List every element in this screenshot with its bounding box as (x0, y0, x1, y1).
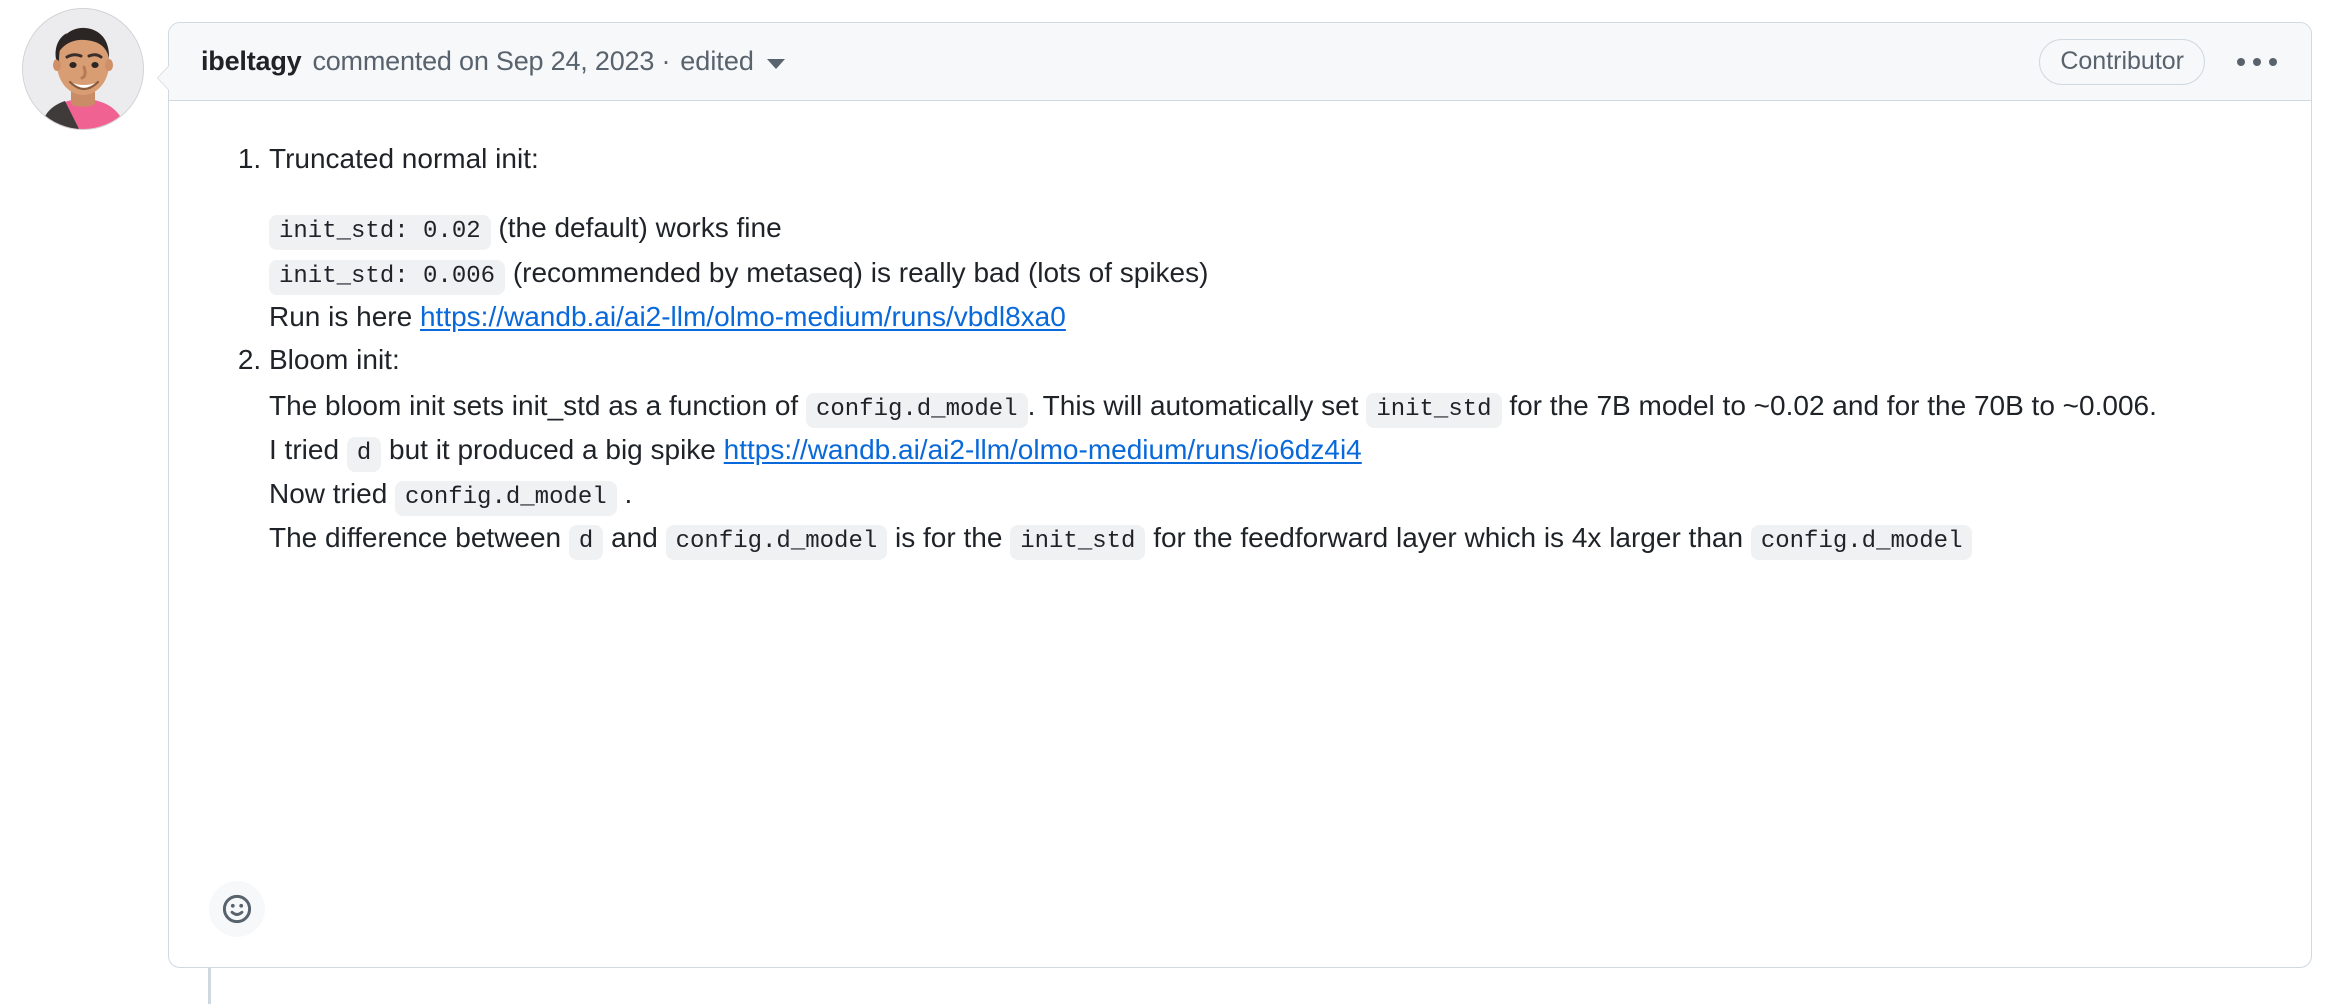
list-item-1-paragraph: init_std: 0.02 (the default) works fine … (269, 206, 2271, 338)
comment-timestamp: commented on Sep 24, 2023 · (312, 46, 671, 76)
comment-body: Truncated normal init: init_std: 0.02 (t… (169, 101, 2311, 561)
comment-header: ibeltagy commented on Sep 24, 2023 · edi… (169, 23, 2311, 101)
list-item-2: Bloom init: The bloom init sets init_std… (269, 338, 2271, 561)
difference-text-3: is for the (895, 522, 1003, 554)
code-d-1: d (346, 436, 382, 472)
code-config-d-model-2: config.d_model (395, 480, 617, 516)
kebab-horizontal-icon[interactable] (2231, 50, 2283, 74)
avatar-image (23, 9, 143, 129)
wandb-run-link-2[interactable]: https://wandb.ai/ai2-llm/olmo-medium/run… (724, 434, 1362, 465)
difference-text-4: for the feedforward layer which is 4x la… (1153, 522, 1744, 554)
now-tried-text-1: Now tried (269, 477, 388, 509)
run-link-line: Run is here https://wandb.ai/ai2-llm/olm… (269, 295, 2271, 338)
wandb-run-link-1[interactable]: https://wandb.ai/ai2-llm/olmo-medium/run… (420, 301, 1066, 332)
chevron-down-icon (766, 58, 785, 69)
comment-header-left: ibeltagy commented on Sep 24, 2023 · edi… (201, 46, 2039, 77)
init-std-default-line: init_std: 0.02 (the default) works fine (269, 206, 2271, 251)
list-item-2-title: Bloom init: (269, 344, 400, 376)
bloom-text-2: . This will automatically set (1027, 389, 1359, 421)
bloom-text-3: for the 7B model to ~0.02 and for the 70… (1509, 389, 2157, 421)
kebab-dot (2253, 57, 2261, 66)
difference-text-2: and (611, 522, 658, 554)
code-init-std-2: init_std (1010, 525, 1146, 561)
difference-text-1: The difference between (269, 522, 562, 554)
run-link-prefix: Run is here (269, 300, 413, 332)
tried-text-2: but it produced a big spike (389, 433, 716, 465)
code-config-d-model-1: config.d_model (805, 392, 1028, 428)
comment-container: ibeltagy commented on Sep 24, 2023 · edi… (157, 22, 2312, 968)
difference-line: The difference between d and config.d_mo… (269, 516, 2271, 561)
comment-header-right: Contributor (2039, 38, 2283, 85)
edited-label: edited (680, 46, 754, 76)
code-d-2: d (568, 525, 604, 561)
bloom-text-1: The bloom init sets init_std as a functi… (269, 389, 799, 421)
comment-author[interactable]: ibeltagy (201, 46, 302, 77)
now-tried-text-2: . (624, 477, 633, 509)
add-reaction-button[interactable] (209, 881, 265, 937)
ordered-list: Truncated normal init: init_std: 0.02 (t… (209, 137, 2271, 561)
init-std-default-text: (the default) works fine (498, 212, 782, 244)
bloom-init-description: The bloom init sets init_std as a functi… (269, 384, 2271, 428)
status-badge[interactable]: Contributor (2039, 38, 2205, 85)
now-tried-line: Now tried config.d_model . (269, 472, 2271, 516)
code-config-d-model-3: config.d_model (665, 525, 888, 561)
init-std-006-text: (recommended by metaseq) is really bad (… (512, 256, 1209, 288)
tried-d-line: I tried d but it produced a big spike ht… (269, 428, 2271, 472)
kebab-dot (2237, 57, 2245, 66)
edited-dropdown[interactable]: edited (680, 46, 785, 77)
reactions-bar (209, 881, 265, 937)
code-init-std-1: init_std (1366, 392, 1502, 428)
smiley-icon (222, 894, 252, 924)
comment-arrow-fill (158, 65, 170, 91)
list-item-1: Truncated normal init: init_std: 0.02 (t… (269, 137, 2271, 338)
code-init-std-002: init_std: 0.02 (269, 215, 491, 251)
init-std-006-line: init_std: 0.006 (recommended by metaseq)… (269, 251, 2271, 295)
code-config-d-model-4: config.d_model (1750, 525, 1973, 561)
list-item-2-content: The bloom init sets init_std as a functi… (269, 384, 2271, 561)
tried-text-1: I tried (269, 433, 340, 465)
avatar[interactable] (22, 8, 144, 130)
timeline-rail (208, 968, 211, 1004)
code-init-std-0006: init_std: 0.006 (269, 259, 506, 295)
kebab-dot (2269, 57, 2277, 66)
list-item-1-title: Truncated normal init: (269, 143, 539, 174)
